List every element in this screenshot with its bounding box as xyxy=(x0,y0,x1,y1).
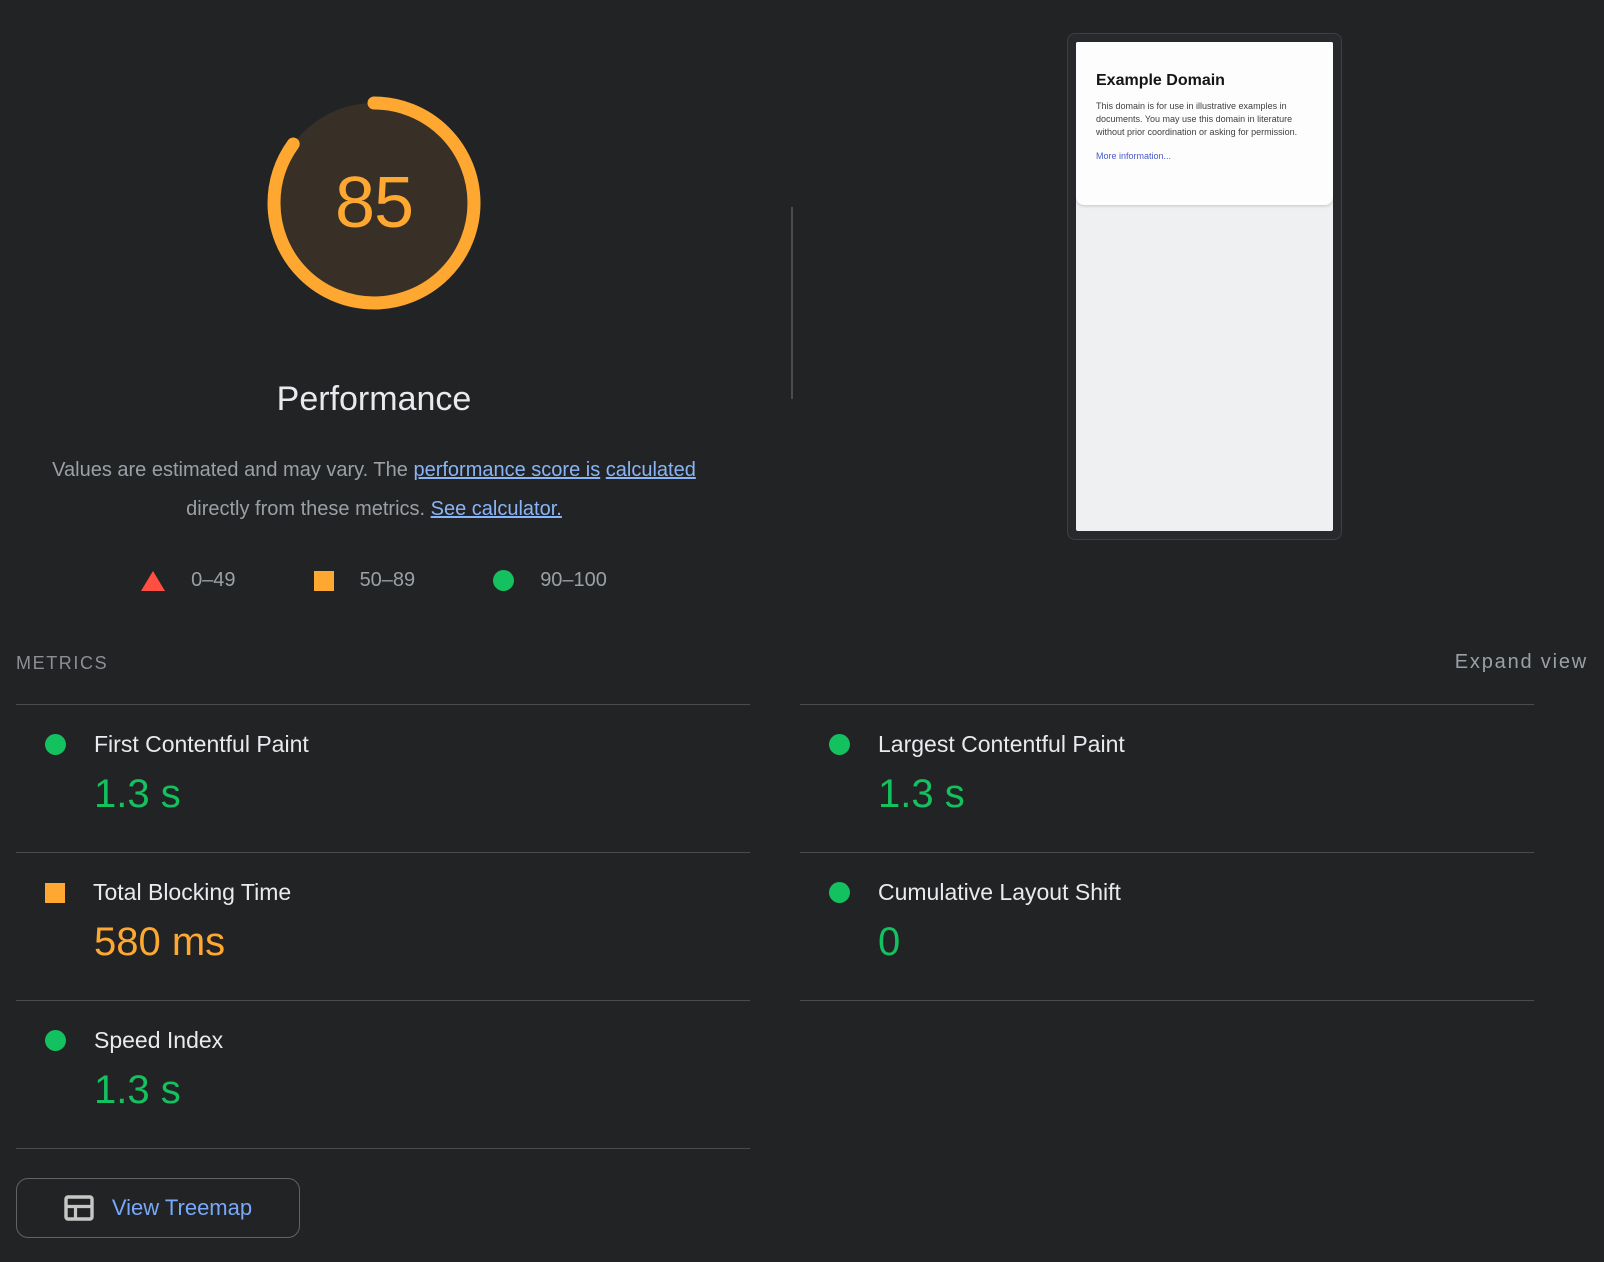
page-screenshot-thumbnail: Example Domain This domain is for use in… xyxy=(1067,33,1342,540)
scoring-link-part2[interactable]: calculated xyxy=(606,459,696,481)
score-panel: 85 Performance Values are estimated and … xyxy=(0,0,748,592)
pass-circle-icon xyxy=(45,1030,66,1051)
average-square-icon xyxy=(45,883,65,903)
metric-label: Largest Contentful Paint xyxy=(878,731,1125,758)
metric-value: 1.3 s xyxy=(94,772,750,817)
view-treemap-button[interactable]: View Treemap xyxy=(16,1178,300,1238)
metric-first-contentful-paint: First Contentful Paint 1.3 s xyxy=(16,704,750,852)
metric-value: 1.3 s xyxy=(94,1068,750,1113)
score-disclaimer: Values are estimated and may vary. The p… xyxy=(24,451,724,529)
legend-range-label: 0–49 xyxy=(191,569,236,592)
disclaimer-text: Values are estimated and may vary. The xyxy=(52,459,413,481)
metric-label: Cumulative Layout Shift xyxy=(878,879,1121,906)
performance-title: Performance xyxy=(277,380,472,419)
metrics-section: METRICS Expand view First Contentful Pai… xyxy=(16,632,1588,1238)
metric-cumulative-layout-shift: Cumulative Layout Shift 0 xyxy=(800,852,1534,1000)
screenshot-page-link: More information... xyxy=(1096,151,1313,161)
fail-triangle-icon xyxy=(141,571,165,591)
panel-divider xyxy=(791,207,793,399)
scoring-link-part1[interactable]: performance score is xyxy=(413,459,600,481)
expand-view-button[interactable]: Expand view xyxy=(1455,651,1588,674)
metric-label: Total Blocking Time xyxy=(93,879,291,906)
lighthouse-performance-report: 85 Performance Values are estimated and … xyxy=(0,0,1604,1262)
metrics-section-title: METRICS xyxy=(16,653,108,674)
metrics-grid: First Contentful Paint 1.3 s Total Block… xyxy=(16,704,1588,1149)
metric-total-blocking-time: Total Blocking Time 580 ms xyxy=(16,852,750,1000)
performance-summary-section: 85 Performance Values are estimated and … xyxy=(0,0,1604,632)
metric-speed-index: Speed Index 1.3 s xyxy=(16,1000,750,1148)
pass-circle-icon xyxy=(45,734,66,755)
metric-label: Speed Index xyxy=(94,1027,223,1054)
score-number: 85 xyxy=(259,88,489,318)
metric-value: 1.3 s xyxy=(878,772,1534,817)
screenshot-page: Example Domain This domain is for use in… xyxy=(1076,42,1333,531)
average-square-icon xyxy=(314,571,334,591)
view-treemap-label: View Treemap xyxy=(112,1195,252,1221)
score-range-legend: 0–49 50–89 90–100 xyxy=(141,569,607,592)
screenshot-content-card: Example Domain This domain is for use in… xyxy=(1076,42,1333,205)
legend-range-label: 90–100 xyxy=(540,569,607,592)
metric-label: First Contentful Paint xyxy=(94,731,309,758)
pass-circle-icon xyxy=(493,570,514,591)
legend-item-fail: 0–49 xyxy=(141,569,236,592)
metrics-column-right: Largest Contentful Paint 1.3 s Cumulativ… xyxy=(800,704,1534,1001)
metrics-column-left: First Contentful Paint 1.3 s Total Block… xyxy=(16,704,750,1149)
pass-circle-icon xyxy=(829,882,850,903)
see-calculator-link[interactable]: See calculator. xyxy=(431,498,562,520)
legend-item-pass: 90–100 xyxy=(493,569,607,592)
metric-value: 0 xyxy=(878,920,1534,965)
screenshot-page-heading: Example Domain xyxy=(1096,72,1313,90)
metric-largest-contentful-paint: Largest Contentful Paint 1.3 s xyxy=(800,704,1534,852)
metrics-header: METRICS Expand view xyxy=(16,632,1588,704)
treemap-icon xyxy=(64,1195,94,1221)
disclaimer-text-middle: directly from these metrics. xyxy=(186,498,431,520)
pass-circle-icon xyxy=(829,734,850,755)
metric-value: 580 ms xyxy=(94,920,750,965)
legend-item-average: 50–89 xyxy=(314,569,416,592)
screenshot-page-body: This domain is for use in illustrative e… xyxy=(1096,100,1313,139)
legend-range-label: 50–89 xyxy=(360,569,416,592)
performance-score-gauge[interactable]: 85 xyxy=(259,88,489,318)
